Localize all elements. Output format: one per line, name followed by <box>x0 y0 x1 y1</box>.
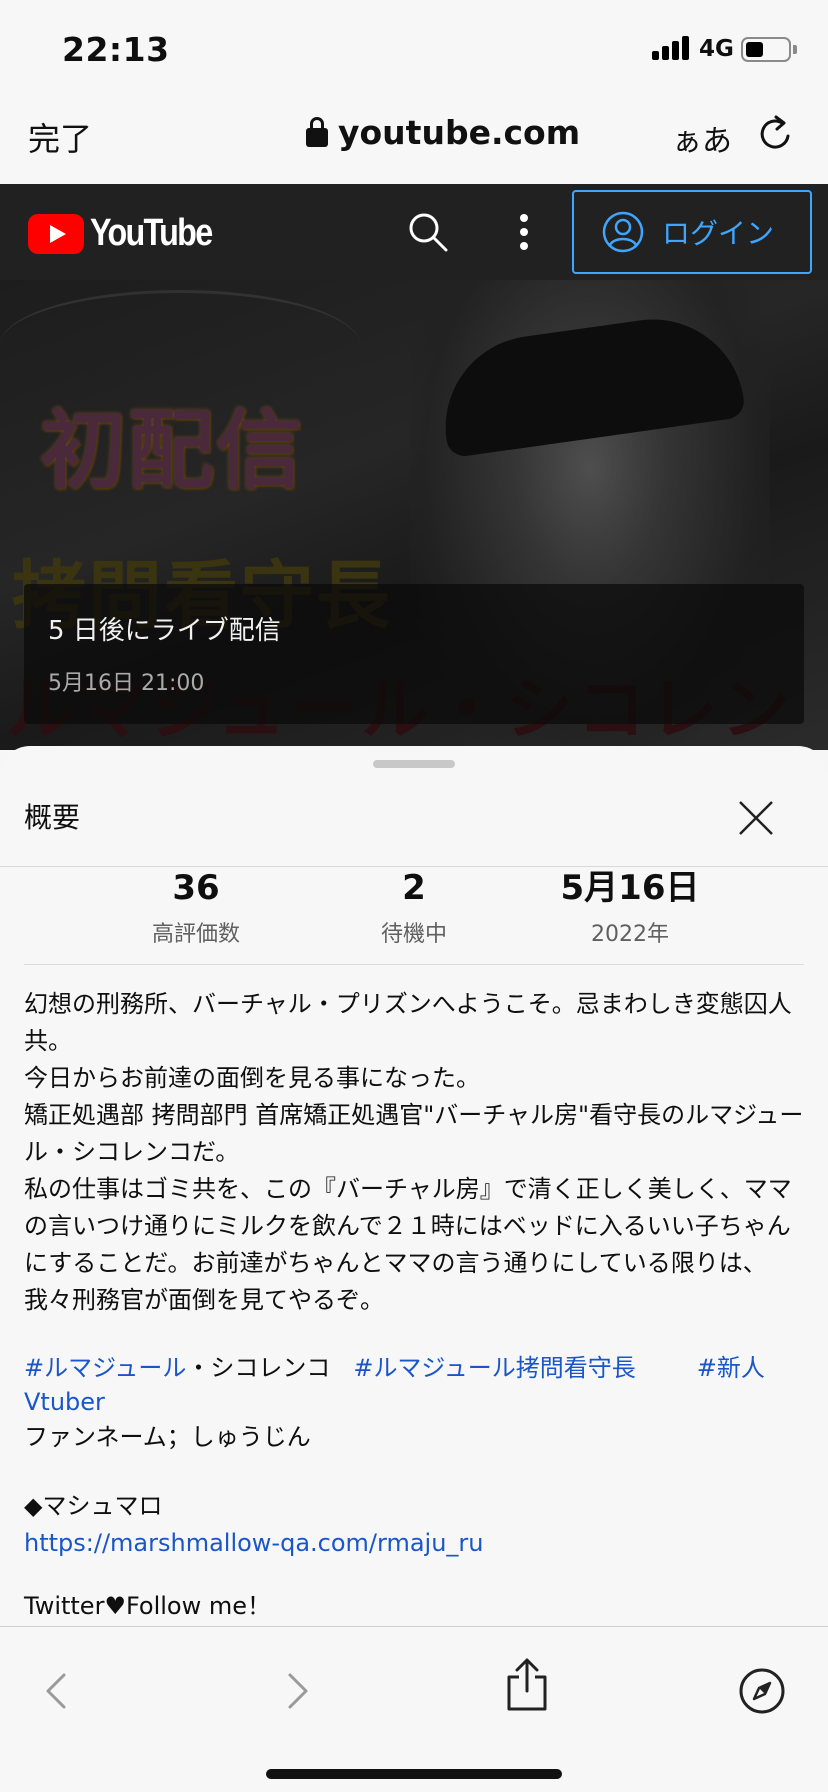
safari-toolbar <box>0 1626 828 1792</box>
stat-value: 36 <box>172 868 220 908</box>
live-schedule-title: 5 日後にライブ配信 <box>48 616 281 646</box>
description-paragraph: 幻想の刑務所、バーチャル・プリズンへようこそ。忌まわしき変態囚人共。 <box>24 990 792 1055</box>
share-icon[interactable] <box>503 1657 551 1713</box>
stat-waiting: 2 待機中 <box>324 868 504 948</box>
search-icon[interactable] <box>406 210 450 254</box>
hashtag-link[interactable]: #ルマジュール拷問看守長 <box>353 1354 635 1382</box>
stat-value: 2 <box>402 868 426 908</box>
sheet-grabber[interactable] <box>373 760 455 768</box>
battery-cap <box>793 45 797 54</box>
stat-label: 2022年 <box>591 922 669 947</box>
login-label: ログイン <box>662 217 775 250</box>
sheet-title: 概要 <box>24 801 81 834</box>
account-icon <box>602 211 644 253</box>
close-icon[interactable] <box>734 796 778 840</box>
stat-likes: 36 高評価数 <box>106 868 286 948</box>
description-paragraph: 矯正処遇部 拷問部門 首席矯正処遇官"バーチャル房"看守長のルマジュール・シコレ… <box>24 1101 804 1166</box>
more-options-icon[interactable] <box>516 210 532 254</box>
live-schedule-time: 5月16日 21:00 <box>48 671 205 696</box>
stat-label: 待機中 <box>380 922 447 947</box>
video-stats: 36 高評価数 2 待機中 5月16日 2022年 <box>0 868 828 960</box>
login-button[interactable]: ログイン <box>572 190 812 274</box>
youtube-header: YouTube ログイン <box>0 184 828 280</box>
hashtag-link[interactable]: #ルマジュール <box>24 1354 186 1382</box>
marshmallow-heading: ◆マシュマロ <box>24 1492 163 1520</box>
url-field[interactable]: youtube.com <box>306 110 580 154</box>
youtube-logo[interactable]: YouTube <box>28 212 233 255</box>
stat-date: 5月16日 2022年 <box>540 868 720 948</box>
fan-name: ファンネーム；しゅうじん <box>24 1423 311 1451</box>
thumbnail-title: 初配信 <box>40 401 304 501</box>
description-sheet: 概要 36 高評価数 2 待機中 5月16日 2022年 幻想の刑務所、バーチャ… <box>0 746 828 1626</box>
stat-value: 5月16日 <box>560 868 700 908</box>
youtube-wordmark: YouTube <box>90 212 213 254</box>
description-paragraph: 今日からお前達の面倒を見る事になった。 <box>24 1064 480 1092</box>
home-indicator <box>266 1769 562 1779</box>
twitter-line: Twitter♥Follow me！ <box>24 1592 272 1620</box>
live-overlay <box>24 584 804 724</box>
video-player[interactable]: 初配信 拷問看守長 ルマジュール・シコレンコ 5 日後にライブ配信 5月16日 … <box>0 280 828 750</box>
done-button[interactable]: 完了 <box>28 114 92 160</box>
youtube-play-icon <box>28 213 84 254</box>
forward-icon[interactable] <box>272 1667 320 1715</box>
text-size-button[interactable]: ぁあ <box>672 116 732 160</box>
sheet-divider <box>0 866 828 867</box>
status-time: 22:13 <box>62 30 170 69</box>
hashtag-line: #ルマジュール・シコレンコ #ルマジュール拷問看守長 #新人Vtuber <box>24 1351 808 1419</box>
back-icon[interactable] <box>34 1667 82 1715</box>
compass-icon[interactable] <box>738 1667 786 1715</box>
network-type: 4G <box>699 36 734 62</box>
hashtag-suffix: ・シコレンコ <box>186 1354 331 1382</box>
marshmallow-link[interactable]: https://marshmallow-qa.com/rmaju_ru <box>24 1525 808 1562</box>
signal-icon <box>652 36 690 60</box>
description-paragraph: 私の仕事はゴミ共を、この『バーチャル房』で清く正しく美しく、ママの言いつけ通りに… <box>24 1175 792 1314</box>
url-text: youtube.com <box>338 112 581 152</box>
status-bar: 22:13 4G <box>0 0 828 98</box>
safari-address-bar: 完了 youtube.com ぁあ <box>0 98 828 184</box>
reload-icon[interactable] <box>756 114 796 154</box>
battery-icon <box>741 37 791 62</box>
lock-icon <box>306 117 328 147</box>
stat-label: 高評価数 <box>151 922 240 947</box>
stats-divider <box>24 964 804 965</box>
description-text: 幻想の刑務所、バーチャル・プリズンへようこそ。忌まわしき変態囚人共。 今日からお… <box>24 986 808 1625</box>
